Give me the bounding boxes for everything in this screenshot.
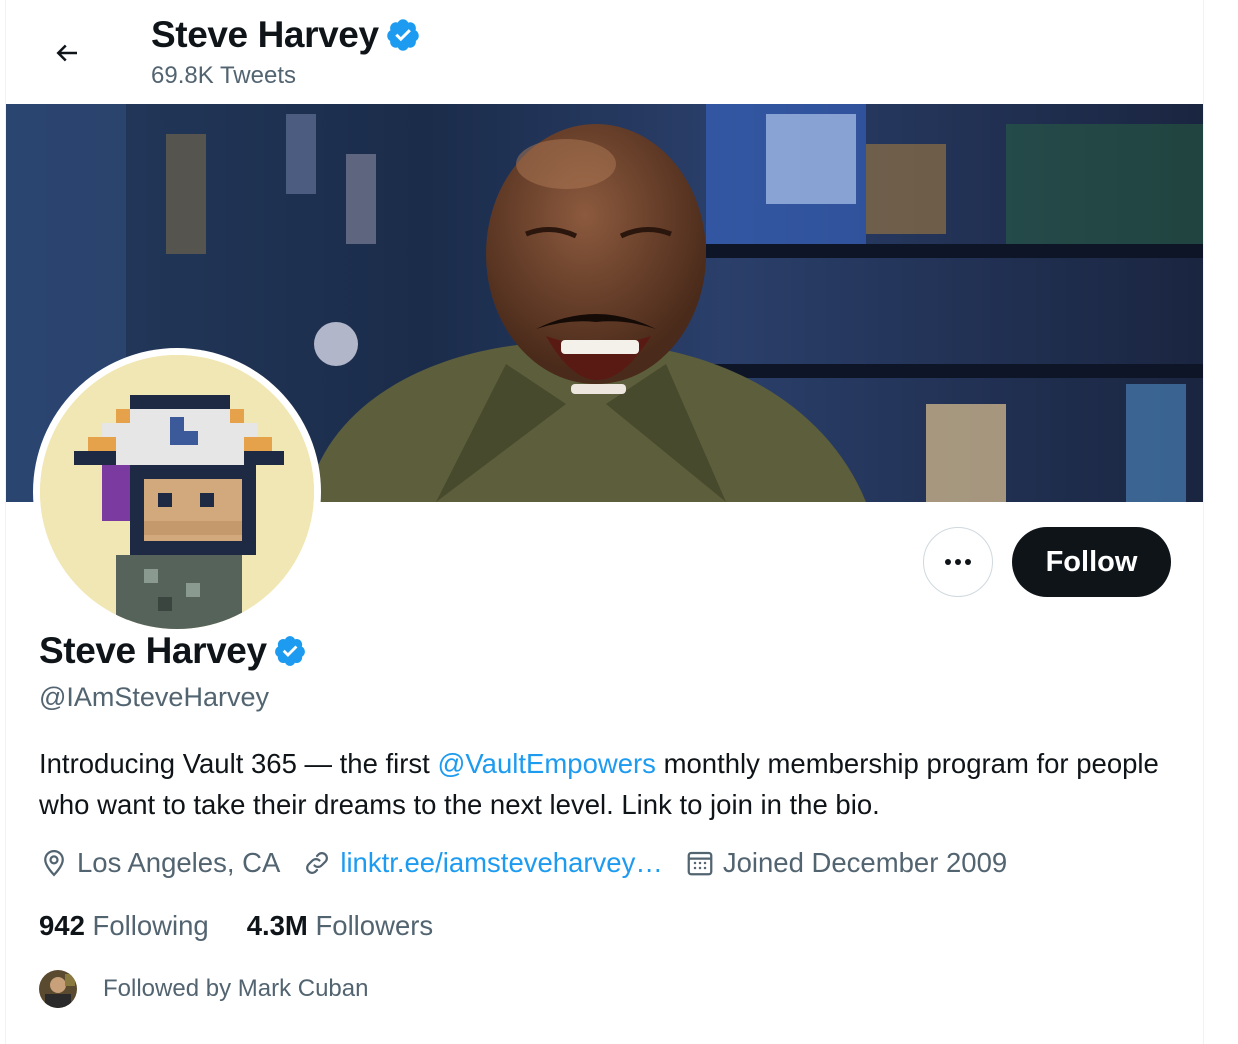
profile-bio: Introducing Vault 365 — the first @Vault…: [39, 743, 1189, 825]
follower-avatar: [39, 970, 77, 1008]
location-item: Los Angeles, CA: [39, 847, 280, 879]
following-stat[interactable]: 942 Following: [39, 910, 209, 942]
profile-name-row: Steve Harvey: [39, 630, 307, 672]
following-label: Following: [92, 910, 209, 941]
website-link[interactable]: linktr.ee/iamsteveharvey…: [340, 847, 663, 879]
avatar-image: [40, 355, 314, 629]
location-pin-icon: [44, 849, 64, 877]
verified-badge-icon: [386, 19, 419, 51]
profile-column: Steve Harvey 69.8K Tweets Follow Steve H…: [5, 0, 1204, 1044]
more-options-button[interactable]: [923, 527, 993, 597]
bio-text-start: Introducing Vault 365 — the first: [39, 748, 438, 779]
more-icon: [945, 559, 971, 565]
back-button[interactable]: [44, 30, 90, 76]
followers-stat[interactable]: 4.3M Followers: [247, 910, 433, 942]
profile-name: Steve Harvey: [39, 630, 267, 671]
link-icon: [306, 852, 329, 874]
followers-label: Followers: [315, 910, 434, 941]
profile-meta: Los Angeles, CA linktr.ee/iamsteveharvey…: [39, 847, 1029, 879]
header-title-row: Steve Harvey: [151, 14, 421, 56]
followed-by-text: Followed by Mark Cuban: [103, 975, 369, 1002]
following-count: 942: [39, 910, 85, 941]
joined-item: Joined December 2009: [685, 847, 1007, 879]
calendar-icon: [687, 851, 713, 876]
follow-button[interactable]: Follow: [1012, 527, 1171, 597]
tweet-count: 69.8K Tweets: [151, 62, 296, 89]
followers-count: 4.3M: [246, 910, 308, 941]
top-bar: Steve Harvey 69.8K Tweets: [6, 0, 1203, 104]
profile-stats: 942 Following 4.3M Followers: [39, 910, 471, 942]
back-arrow-icon: [56, 44, 77, 62]
followed-by[interactable]: Followed by Mark Cuban: [39, 970, 368, 1008]
verified-badge-icon: [274, 636, 305, 666]
header-title: Steve Harvey: [151, 14, 379, 55]
profile-handle: @IAmSteveHarvey: [39, 682, 269, 712]
bio-mention-link[interactable]: @VaultEmpowers: [437, 748, 655, 779]
website-item: linktr.ee/iamsteveharvey…: [302, 847, 663, 879]
joined-text: Joined December 2009: [722, 847, 1008, 878]
profile-avatar[interactable]: [33, 348, 321, 636]
location-text: Los Angeles, CA: [77, 847, 281, 878]
